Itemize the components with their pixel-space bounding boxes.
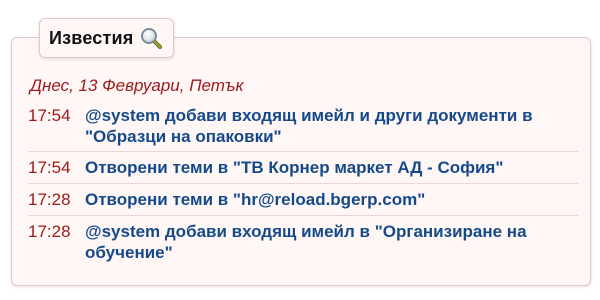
news-item: 17:54 Отворени теми в "ТВ Корнер маркет …	[28, 152, 578, 184]
news-item: 17:28 @system добави входящ имейл в "Орг…	[28, 216, 578, 267]
news-item: 17:54 @system добави входящ имейл и друг…	[28, 100, 578, 152]
news-time: 17:54	[28, 158, 71, 177]
news-link[interactable]: Отворени теми в "hr@reload.bgerp.com"	[85, 189, 578, 210]
news-list: 17:54 @system добави входящ имейл и друг…	[28, 100, 578, 267]
date-heading: Днес, 13 Февруари, Петък	[30, 76, 244, 95]
panel-title: Известия	[49, 27, 134, 48]
news-time: 17:28	[28, 222, 71, 241]
news-time: 17:54	[28, 106, 71, 125]
panel-header: Известия	[39, 18, 175, 58]
news-link[interactable]: @system добави входящ имейл в "Организир…	[85, 221, 578, 263]
news-time: 17:28	[28, 190, 71, 209]
search-icon[interactable]	[139, 26, 163, 50]
news-item: 17:28 Отворени теми в "hr@reload.bgerp.c…	[28, 184, 578, 216]
news-link[interactable]: @system добави входящ имейл и други доку…	[85, 105, 578, 147]
news-link[interactable]: Отворени теми в "ТВ Корнер маркет АД - С…	[85, 157, 578, 178]
